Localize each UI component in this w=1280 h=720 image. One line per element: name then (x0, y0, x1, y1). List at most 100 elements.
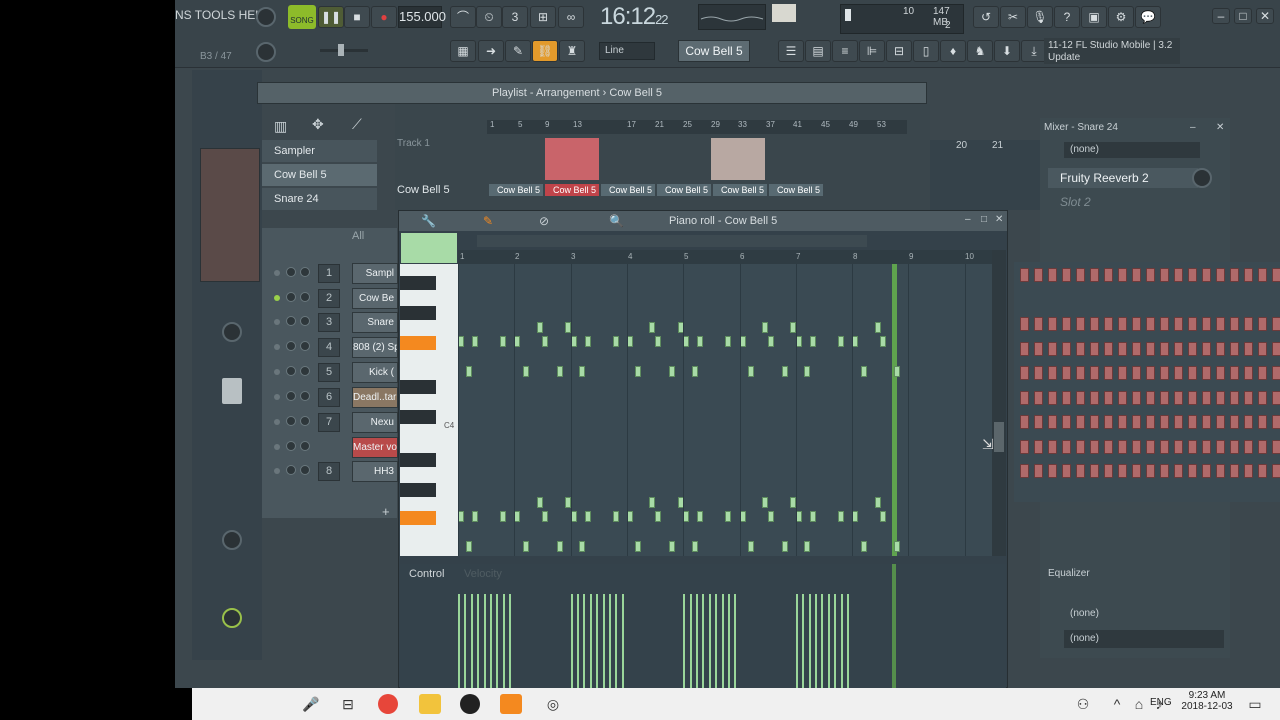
step-button[interactable] (1034, 366, 1043, 380)
move-icon[interactable]: ✥ (312, 116, 324, 133)
velocity-bar[interactable] (847, 594, 849, 688)
step-button[interactable] (1146, 341, 1155, 356)
channel-filter[interactable]: All (352, 230, 364, 242)
channel-name[interactable]: Sampl (352, 263, 398, 284)
velocity-bar[interactable] (696, 594, 698, 688)
velocity-bar[interactable] (583, 594, 586, 688)
channel-row[interactable]: 2 Cow Be (262, 287, 398, 311)
step-button[interactable] (1020, 464, 1029, 478)
channel-row[interactable]: 4 808 (2) Sp (262, 336, 398, 360)
step-button[interactable] (1160, 390, 1169, 405)
step-button[interactable] (1048, 366, 1057, 380)
step-button[interactable] (1020, 439, 1029, 454)
zoom-icon[interactable]: 🔍 (609, 214, 624, 228)
step-button[interactable] (1202, 439, 1211, 454)
velocity-bar[interactable] (615, 594, 618, 688)
note[interactable] (860, 366, 867, 377)
step-button[interactable] (1076, 366, 1085, 380)
note[interactable] (542, 511, 549, 522)
step-button[interactable] (1146, 317, 1155, 331)
pattern-clip[interactable]: Cow Bell 5 (545, 184, 599, 196)
note[interactable] (691, 541, 698, 552)
velocity-bar[interactable] (577, 594, 579, 688)
step-button[interactable] (1118, 439, 1127, 454)
step-button[interactable] (1258, 366, 1267, 380)
step-button[interactable] (1132, 366, 1141, 380)
note[interactable] (556, 366, 563, 377)
wand-icon[interactable]: ✎ (505, 40, 531, 62)
step-button[interactable] (1244, 341, 1253, 356)
step-button[interactable] (1118, 415, 1127, 429)
note[interactable] (874, 497, 881, 508)
step-button[interactable] (1090, 366, 1099, 380)
step-button[interactable] (1146, 415, 1155, 429)
velocity-bar[interactable] (795, 594, 798, 688)
velocity-bar[interactable] (702, 594, 705, 688)
velocity-bar[interactable] (728, 594, 730, 688)
note[interactable] (579, 541, 586, 552)
note[interactable] (669, 366, 676, 377)
step-button[interactable] (1272, 366, 1280, 380)
mixer-input-select[interactable]: (none) (1070, 608, 1099, 619)
step-button[interactable] (1188, 366, 1197, 380)
velocity-bar[interactable] (721, 594, 724, 688)
note[interactable] (804, 541, 811, 552)
piano-roll-icon[interactable]: ⊫ (859, 40, 885, 62)
step-button[interactable] (1272, 390, 1280, 405)
step-button[interactable] (1258, 464, 1267, 478)
step-button[interactable] (1132, 439, 1141, 454)
channel-row[interactable]: 7 Nexu (262, 411, 398, 435)
note[interactable] (655, 336, 662, 347)
master-fader[interactable] (320, 44, 368, 56)
step-button[interactable] (1258, 390, 1267, 405)
step-button[interactable] (1062, 366, 1071, 380)
step-button[interactable] (1034, 415, 1043, 429)
pan-knob[interactable] (286, 416, 296, 426)
step-button[interactable] (1216, 341, 1225, 356)
note[interactable] (762, 497, 769, 508)
step-button[interactable] (1202, 464, 1211, 478)
step-button[interactable] (1132, 390, 1141, 405)
step-button[interactable] (1076, 439, 1085, 454)
step-button[interactable] (1258, 439, 1267, 454)
playlist-icon[interactable]: ▤ (805, 40, 831, 62)
volume-knob[interactable] (300, 316, 310, 326)
note[interactable] (804, 366, 811, 377)
song-mode-button[interactable]: SONG (288, 5, 316, 29)
note[interactable] (880, 336, 887, 347)
step-button[interactable] (1090, 464, 1099, 478)
step-button[interactable] (1146, 464, 1155, 478)
channel-led[interactable] (274, 468, 280, 474)
note[interactable] (809, 336, 816, 347)
channel-row[interactable]: 1 Sampl (262, 262, 398, 286)
note[interactable] (747, 541, 754, 552)
step-button[interactable] (1076, 415, 1085, 429)
step-button[interactable] (1216, 317, 1225, 331)
channel-row[interactable]: 3 Snare (262, 311, 398, 335)
velocity-bar[interactable] (802, 594, 805, 688)
step-button[interactable] (1230, 439, 1239, 454)
velocity-bar[interactable] (477, 594, 480, 688)
step-button[interactable] (1076, 464, 1085, 478)
pr-minimize-icon[interactable]: – (965, 214, 971, 225)
note[interactable] (697, 511, 704, 522)
channel-fx-knob[interactable] (222, 608, 242, 628)
note[interactable] (584, 511, 591, 522)
step-button[interactable] (1174, 415, 1183, 429)
channel-led[interactable] (274, 444, 280, 450)
channel-volume-fader[interactable] (222, 378, 242, 404)
step-button[interactable] (1160, 439, 1169, 454)
step-button[interactable] (1188, 415, 1197, 429)
note[interactable] (767, 336, 774, 347)
step-button[interactable] (1188, 390, 1197, 405)
channel-pan-knob[interactable] (222, 322, 242, 342)
step-button[interactable] (1020, 366, 1029, 380)
help-icon[interactable]: ? (1054, 6, 1080, 28)
file-icon[interactable]: ▯ (913, 40, 939, 62)
velocity-bar[interactable] (458, 594, 460, 688)
velocity-bar[interactable] (621, 594, 624, 688)
step-button[interactable] (1202, 415, 1211, 429)
channel-pitch-knob[interactable] (222, 530, 242, 550)
tempo-display[interactable]: 155.000 (398, 6, 446, 28)
pattern-clip[interactable]: Cow Bell 5 (769, 184, 823, 196)
